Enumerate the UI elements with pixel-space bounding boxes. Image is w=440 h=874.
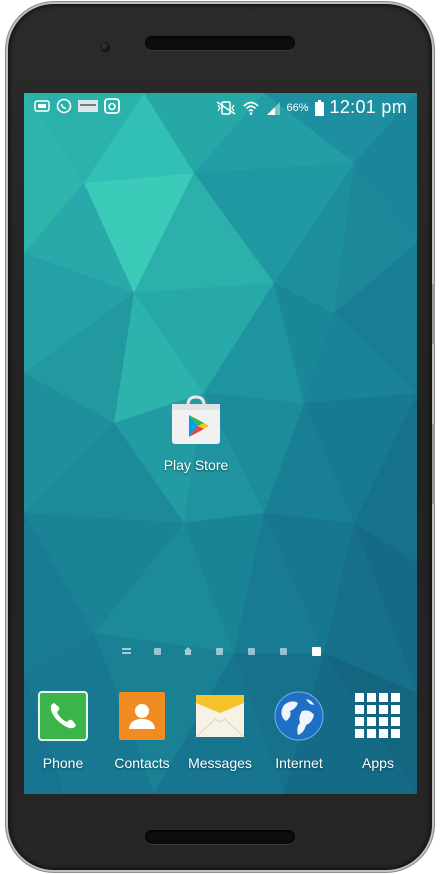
dock-label: Phone [42, 755, 84, 771]
bottom-speaker [145, 830, 295, 844]
whatsapp-icon [56, 98, 72, 114]
dock-label: Internet [275, 755, 323, 771]
play-store-icon [172, 395, 220, 444]
app-label: Play Store [163, 457, 229, 473]
instagram-icon [104, 98, 120, 114]
dock: Phone Contacts Messages Internet Apps [24, 691, 417, 781]
volume-button [432, 424, 435, 504]
wifi-icon [242, 100, 259, 116]
contacts-icon [119, 692, 165, 740]
mute-vibrate-icon [215, 100, 237, 116]
page-dot-active[interactable] [312, 647, 321, 656]
page-dot[interactable] [248, 648, 255, 655]
front-camera [100, 42, 110, 52]
gallery-thumbnail-icon [78, 98, 98, 114]
signal-icon [265, 100, 281, 116]
messages-icon [195, 695, 245, 738]
page-dot[interactable] [280, 648, 287, 655]
phone-icon [38, 691, 88, 741]
home-screen: 66% 12:01 pm Play Store Phone Contacts M… [24, 93, 417, 794]
apps-grid-icon [355, 693, 400, 738]
page-dot[interactable] [154, 648, 161, 655]
page-indicator [114, 645, 334, 657]
power-button [432, 284, 435, 344]
dock-label: Messages [188, 755, 252, 771]
status-bar: 66% 12:01 pm [24, 93, 417, 121]
app-shortcut-play-store[interactable]: Play Store [146, 393, 246, 473]
earpiece-speaker [145, 36, 295, 50]
clock: 12:01 pm [329, 97, 407, 117]
page-dot[interactable] [216, 648, 223, 655]
dock-label: Apps [362, 755, 394, 771]
dock-item-contacts[interactable]: Contacts [102, 691, 182, 771]
battery-percent: 66% [286, 101, 309, 114]
dock-item-apps[interactable]: Apps [338, 691, 417, 771]
data-saver-icon [34, 98, 50, 114]
dock-item-messages[interactable]: Messages [180, 691, 260, 771]
list-pages-icon[interactable] [122, 648, 131, 655]
home-page-icon-base [185, 651, 191, 655]
dock-item-internet[interactable]: Internet [259, 691, 339, 771]
globe-icon [274, 691, 324, 741]
battery-icon [314, 99, 324, 116]
dock-label: Contacts [114, 755, 170, 771]
dock-item-phone[interactable]: Phone [24, 691, 103, 771]
